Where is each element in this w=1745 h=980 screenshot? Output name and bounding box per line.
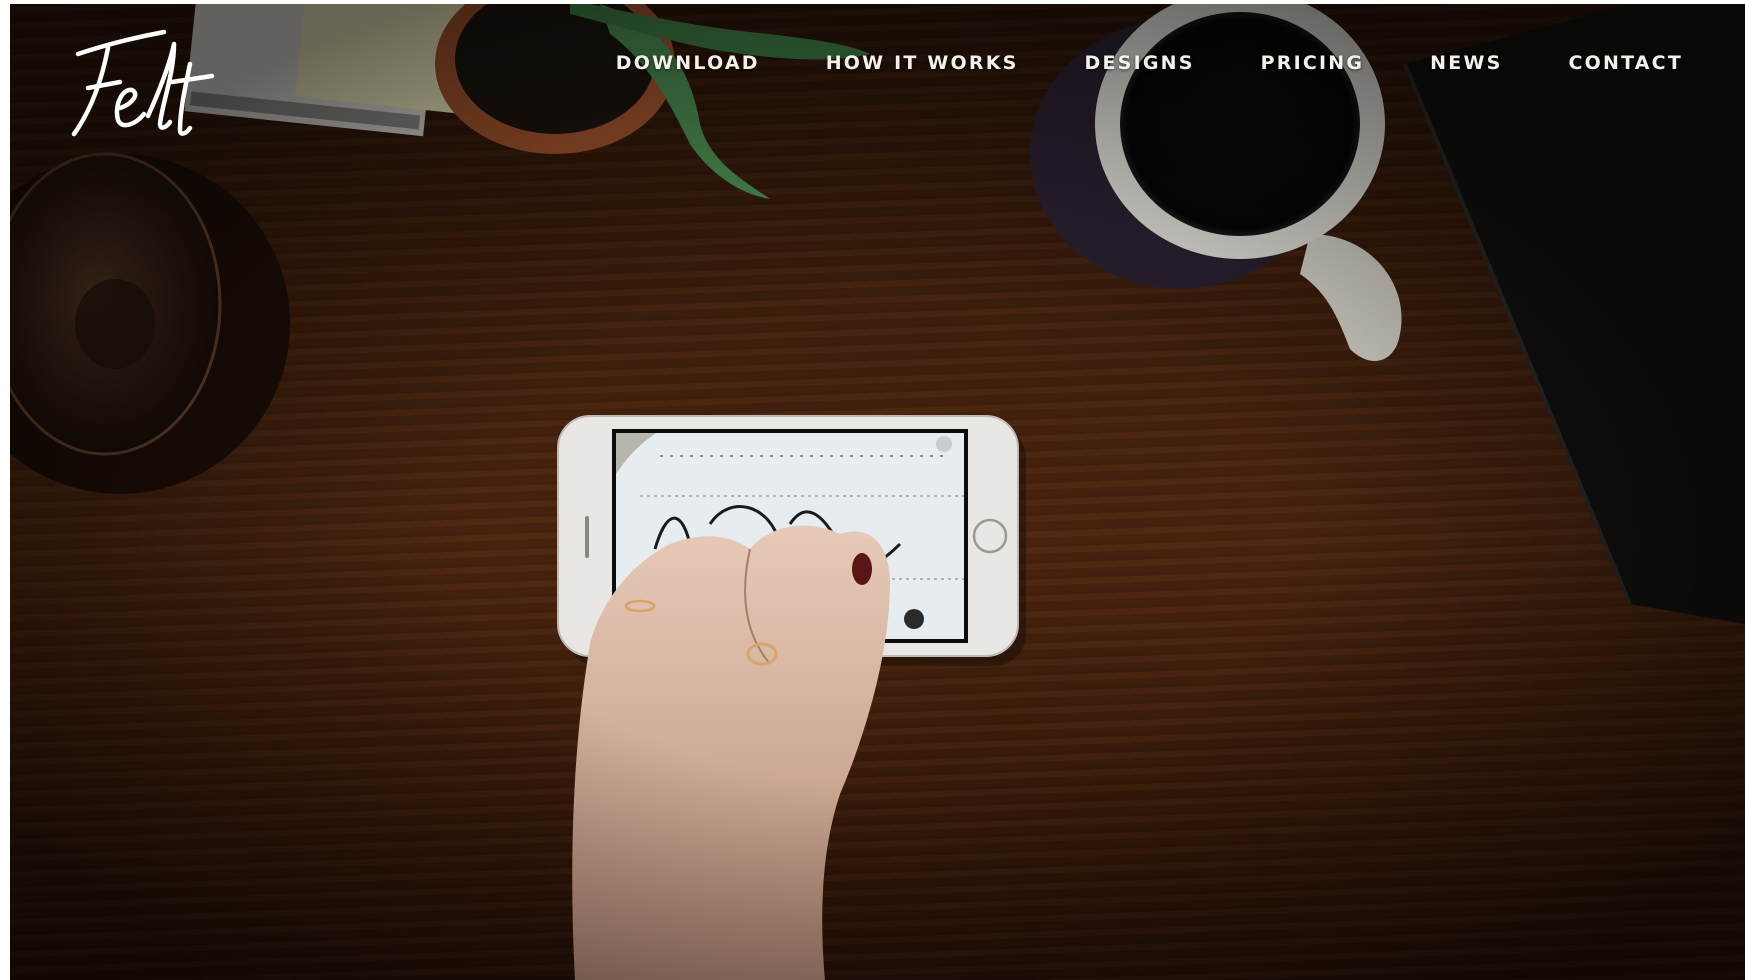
nav-download-link[interactable]: DOWNLOAD [616,52,760,74]
main-menu: DOWNLOAD HOW IT WORKS DESIGNS PRICING NE… [616,52,1683,74]
nav-how-it-works-link[interactable]: HOW IT WORKS [826,52,1019,74]
felt-logo[interactable] [62,24,222,154]
nav-designs-link[interactable]: DESIGNS [1085,52,1195,74]
vignette-overlay [10,4,1745,980]
nav-news-link[interactable]: NEWS [1430,52,1502,74]
nav-pricing-link[interactable]: PRICING [1261,52,1365,74]
nav-contact-link[interactable]: CONTACT [1569,52,1684,74]
hero-video-background: DOWNLOAD HOW IT WORKS DESIGNS PRICING NE… [10,4,1745,980]
top-navigation: DOWNLOAD HOW IT WORKS DESIGNS PRICING NE… [10,4,1745,144]
